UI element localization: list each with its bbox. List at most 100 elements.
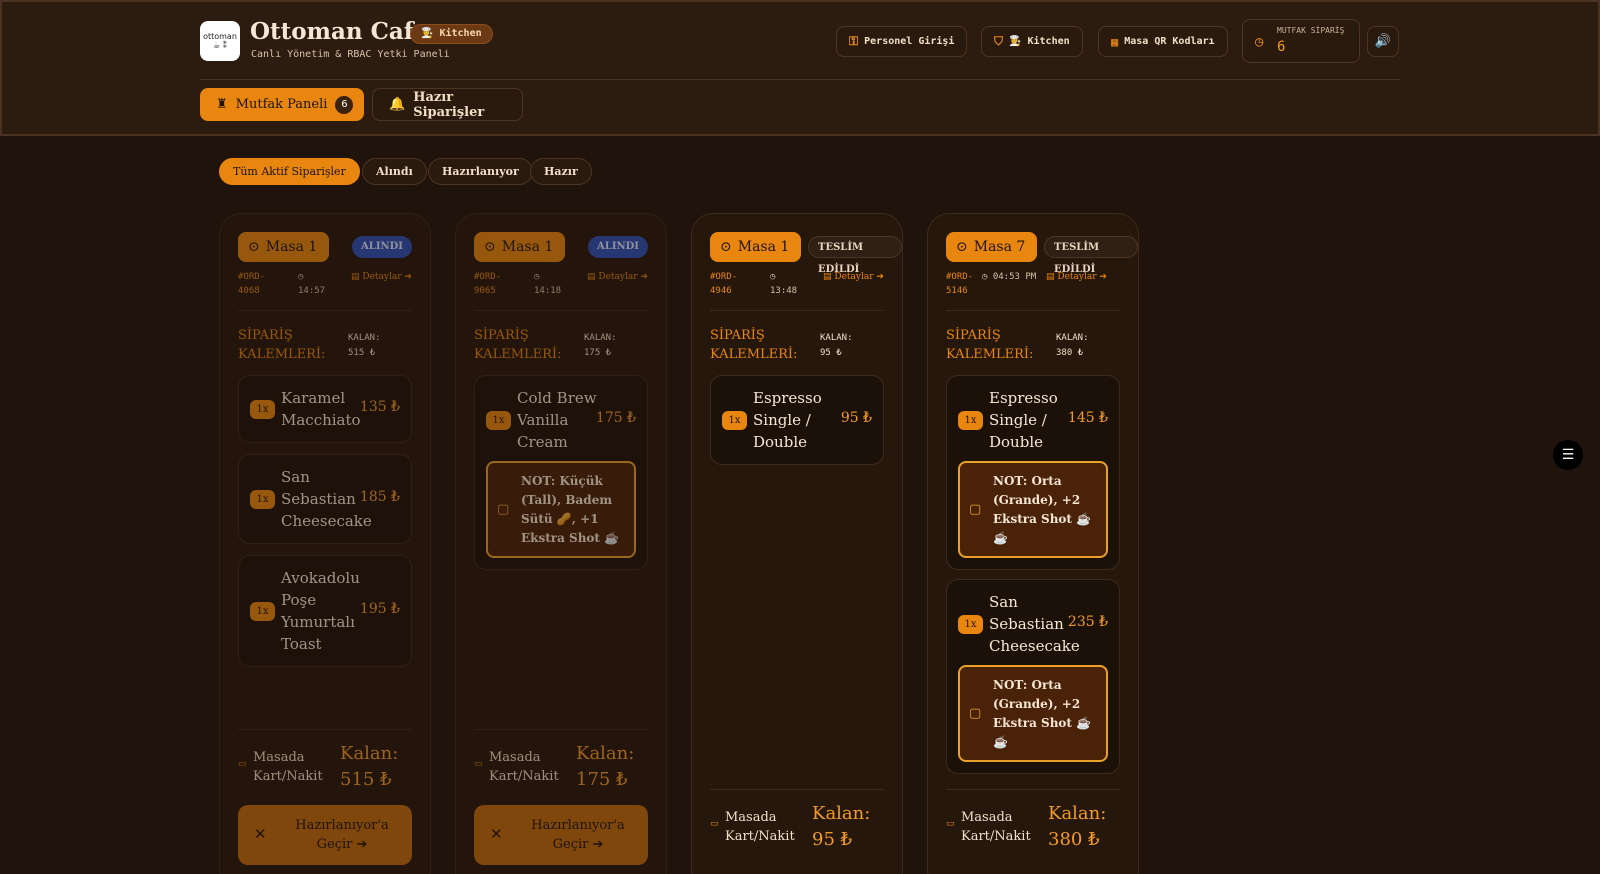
comment-icon: ▢ (969, 706, 982, 721)
kitchen-role-button[interactable]: ⛉ 👩‍🍳 Kitchen (981, 26, 1083, 57)
app-title: Ottoman Cafe (250, 18, 429, 45)
divider (238, 729, 412, 730)
quantity-badge: 1x (250, 490, 275, 509)
receipt-icon: ▤ (1046, 272, 1055, 282)
item-name: Cold Brew Vanilla Cream (517, 389, 597, 451)
remaining-total: Kalan: 175 ₺ (576, 743, 635, 790)
details-link[interactable]: ▤ Detaylar ➔ (1046, 270, 1126, 284)
items-title: SİPARİŞ KALEMLERİ: (946, 328, 1034, 362)
move-to-preparing-button[interactable]: ✕ Hazırlanıyor'a Geçir ➔ (474, 805, 648, 865)
table-badge: ⊙ Masa 7 (946, 232, 1038, 262)
order-time: ◷ 14:18 (534, 272, 562, 296)
location-pin-icon: ⊙ (484, 239, 496, 255)
quantity-badge: 1x (486, 411, 511, 430)
tab-kitchen-panel[interactable]: ♜ Mutfak Paneli 6 (200, 88, 364, 121)
comment-icon: ▢ (497, 502, 510, 517)
item-name: San Sebastian Cheesecake (281, 468, 372, 530)
location-pin-icon: ⊙ (956, 239, 968, 255)
table-badge: ⊙ Masa 1 (710, 232, 802, 262)
clock-icon: ◷ (770, 272, 776, 282)
item-note: ▢ NOT: Orta (Grande), +2 Ekstra Shot ☕ ☕ (958, 665, 1108, 762)
details-link[interactable]: ▤ Detaylar ➔ (351, 270, 421, 284)
bell-icon: 🔔 (389, 97, 406, 112)
sound-toggle-button[interactable]: 🔊 (1367, 26, 1399, 57)
utensils-icon: ✕ (254, 825, 267, 843)
item-price: 95 ₺ (840, 410, 872, 426)
quantity-badge: 1x (958, 411, 983, 430)
clock-icon: ◷ (1255, 34, 1264, 50)
order-id: #ORD- 5146 (946, 272, 974, 296)
quantity-badge: 1x (250, 400, 275, 419)
payment-method: Masada Kart/Nakit (489, 750, 559, 784)
divider (946, 310, 1120, 311)
item-price: 235 ₺ (1067, 614, 1108, 630)
card-icon: ▭ (710, 819, 719, 829)
list-settings-icon: ☰ (1561, 447, 1575, 463)
divider (710, 310, 884, 311)
list-item: 1x Avokadolu Poşe Yumurtalı Toast 195 ₺ (238, 555, 412, 667)
floating-menu-button[interactable]: ☰ (1553, 440, 1583, 470)
qr-codes-button[interactable]: ▦ Masa QR Kodları (1098, 26, 1228, 57)
receipt-icon: ▤ (587, 272, 596, 282)
qr-code-icon: ▦ (1111, 34, 1119, 49)
status-badge: ALINDI (352, 236, 412, 258)
order-card: ⊙ Masa 1 ALINDI #ORD- 4068 ◷ 14:57 ▤ Detay… (219, 213, 431, 874)
kitchen-count-badge: 6 (335, 95, 354, 114)
tab-ready-orders[interactable]: 🔔 Hazır Siparişler (372, 88, 523, 121)
remaining-small: KALAN: 515 ₺ (348, 333, 381, 358)
card-icon: ▭ (474, 759, 483, 769)
remaining-small: KALAN: 95 ₺ (820, 333, 853, 358)
receipt-icon: ▤ (351, 272, 360, 282)
quantity-badge: 1x (958, 615, 983, 634)
clock-icon: ◷ (982, 272, 988, 282)
cafe-logo: ottoman ☕ ⁑ (200, 21, 240, 61)
clock-icon: ◷ (298, 272, 304, 282)
item-note: ▢ NOT: Orta (Grande), +2 Ekstra Shot ☕ ☕ (958, 461, 1108, 558)
kitchen-order-counter: ◷ MUTFAK SİPARİŞ 6 (1242, 19, 1360, 63)
list-item: 1x Espresso Single / Double 145 ₺ ▢ NOT:… (946, 375, 1120, 570)
order-card: ⊙ Masa 1 ALINDI #ORD- 9065 ◷ 14:18 ▤ Detay… (455, 213, 667, 874)
list-item: 1x Cold Brew Vanilla Cream 175 ₺ ▢ NOT: … (474, 375, 648, 570)
remaining-total: Kalan: 95 ₺ (812, 803, 871, 850)
item-price: 135 ₺ (359, 399, 400, 415)
item-name: Espresso Single / Double (989, 389, 1058, 451)
status-badge: ALINDI (588, 236, 648, 258)
filter-received[interactable]: Alındı (362, 158, 427, 185)
item-name: Avokadolu Poşe Yumurtalı Toast (281, 569, 360, 653)
divider (474, 729, 648, 730)
item-price: 145 ₺ (1067, 410, 1108, 426)
list-item: 1x San Sebastian Cheesecake 185 ₺ (238, 454, 412, 544)
quantity-badge: 1x (250, 602, 275, 621)
item-price: 195 ₺ (359, 601, 400, 617)
remaining-small: KALAN: 175 ₺ (584, 333, 617, 358)
item-name: Karamel Macchiato (281, 389, 361, 429)
payment-method: Masada Kart/Nakit (961, 810, 1031, 844)
staff-login-button[interactable]: ⚿ Personel Girişi (836, 26, 968, 57)
remaining-small: KALAN: 380 ₺ (1056, 333, 1089, 358)
card-icon: ▭ (946, 819, 955, 829)
order-id: #ORD- 4946 (710, 272, 738, 296)
filter-ready[interactable]: Hazır (530, 158, 592, 185)
payment-method: Masada Kart/Nakit (725, 810, 795, 844)
list-item: 1x Espresso Single / Double 95 ₺ (710, 375, 884, 465)
payment-method: Masada Kart/Nakit (253, 750, 323, 784)
item-price: 185 ₺ (359, 489, 400, 505)
table-badge: ⊙ Masa 1 (474, 232, 566, 262)
order-time: ◷ 13:48 (770, 272, 798, 296)
filter-all-active[interactable]: Tüm Aktif Siparişler (219, 158, 360, 185)
location-pin-icon: ⊙ (248, 239, 260, 255)
order-time: ◷ 14:57 (298, 272, 326, 296)
filter-preparing[interactable]: Hazırlanıyor (428, 158, 533, 185)
divider (474, 310, 648, 311)
divider (710, 789, 884, 790)
details-link[interactable]: ▤ Detaylar ➔ (823, 270, 893, 284)
remaining-total: Kalan: 380 ₺ (1048, 803, 1107, 850)
order-id: #ORD- 4068 (238, 272, 266, 296)
key-icon: ⚿ (849, 34, 859, 48)
remaining-total: Kalan: 515 ₺ (340, 743, 399, 790)
card-icon: ▭ (238, 759, 247, 769)
details-link[interactable]: ▤ Detaylar ➔ (587, 270, 657, 284)
move-to-preparing-button[interactable]: ✕ Hazırlanıyor'a Geçir ➔ (238, 805, 412, 865)
app-header: ottoman ☕ ⁑ Ottoman Cafe 👩‍🍳 Kitchen Can… (0, 0, 1600, 136)
speaker-icon: 🔊 (1374, 34, 1392, 49)
